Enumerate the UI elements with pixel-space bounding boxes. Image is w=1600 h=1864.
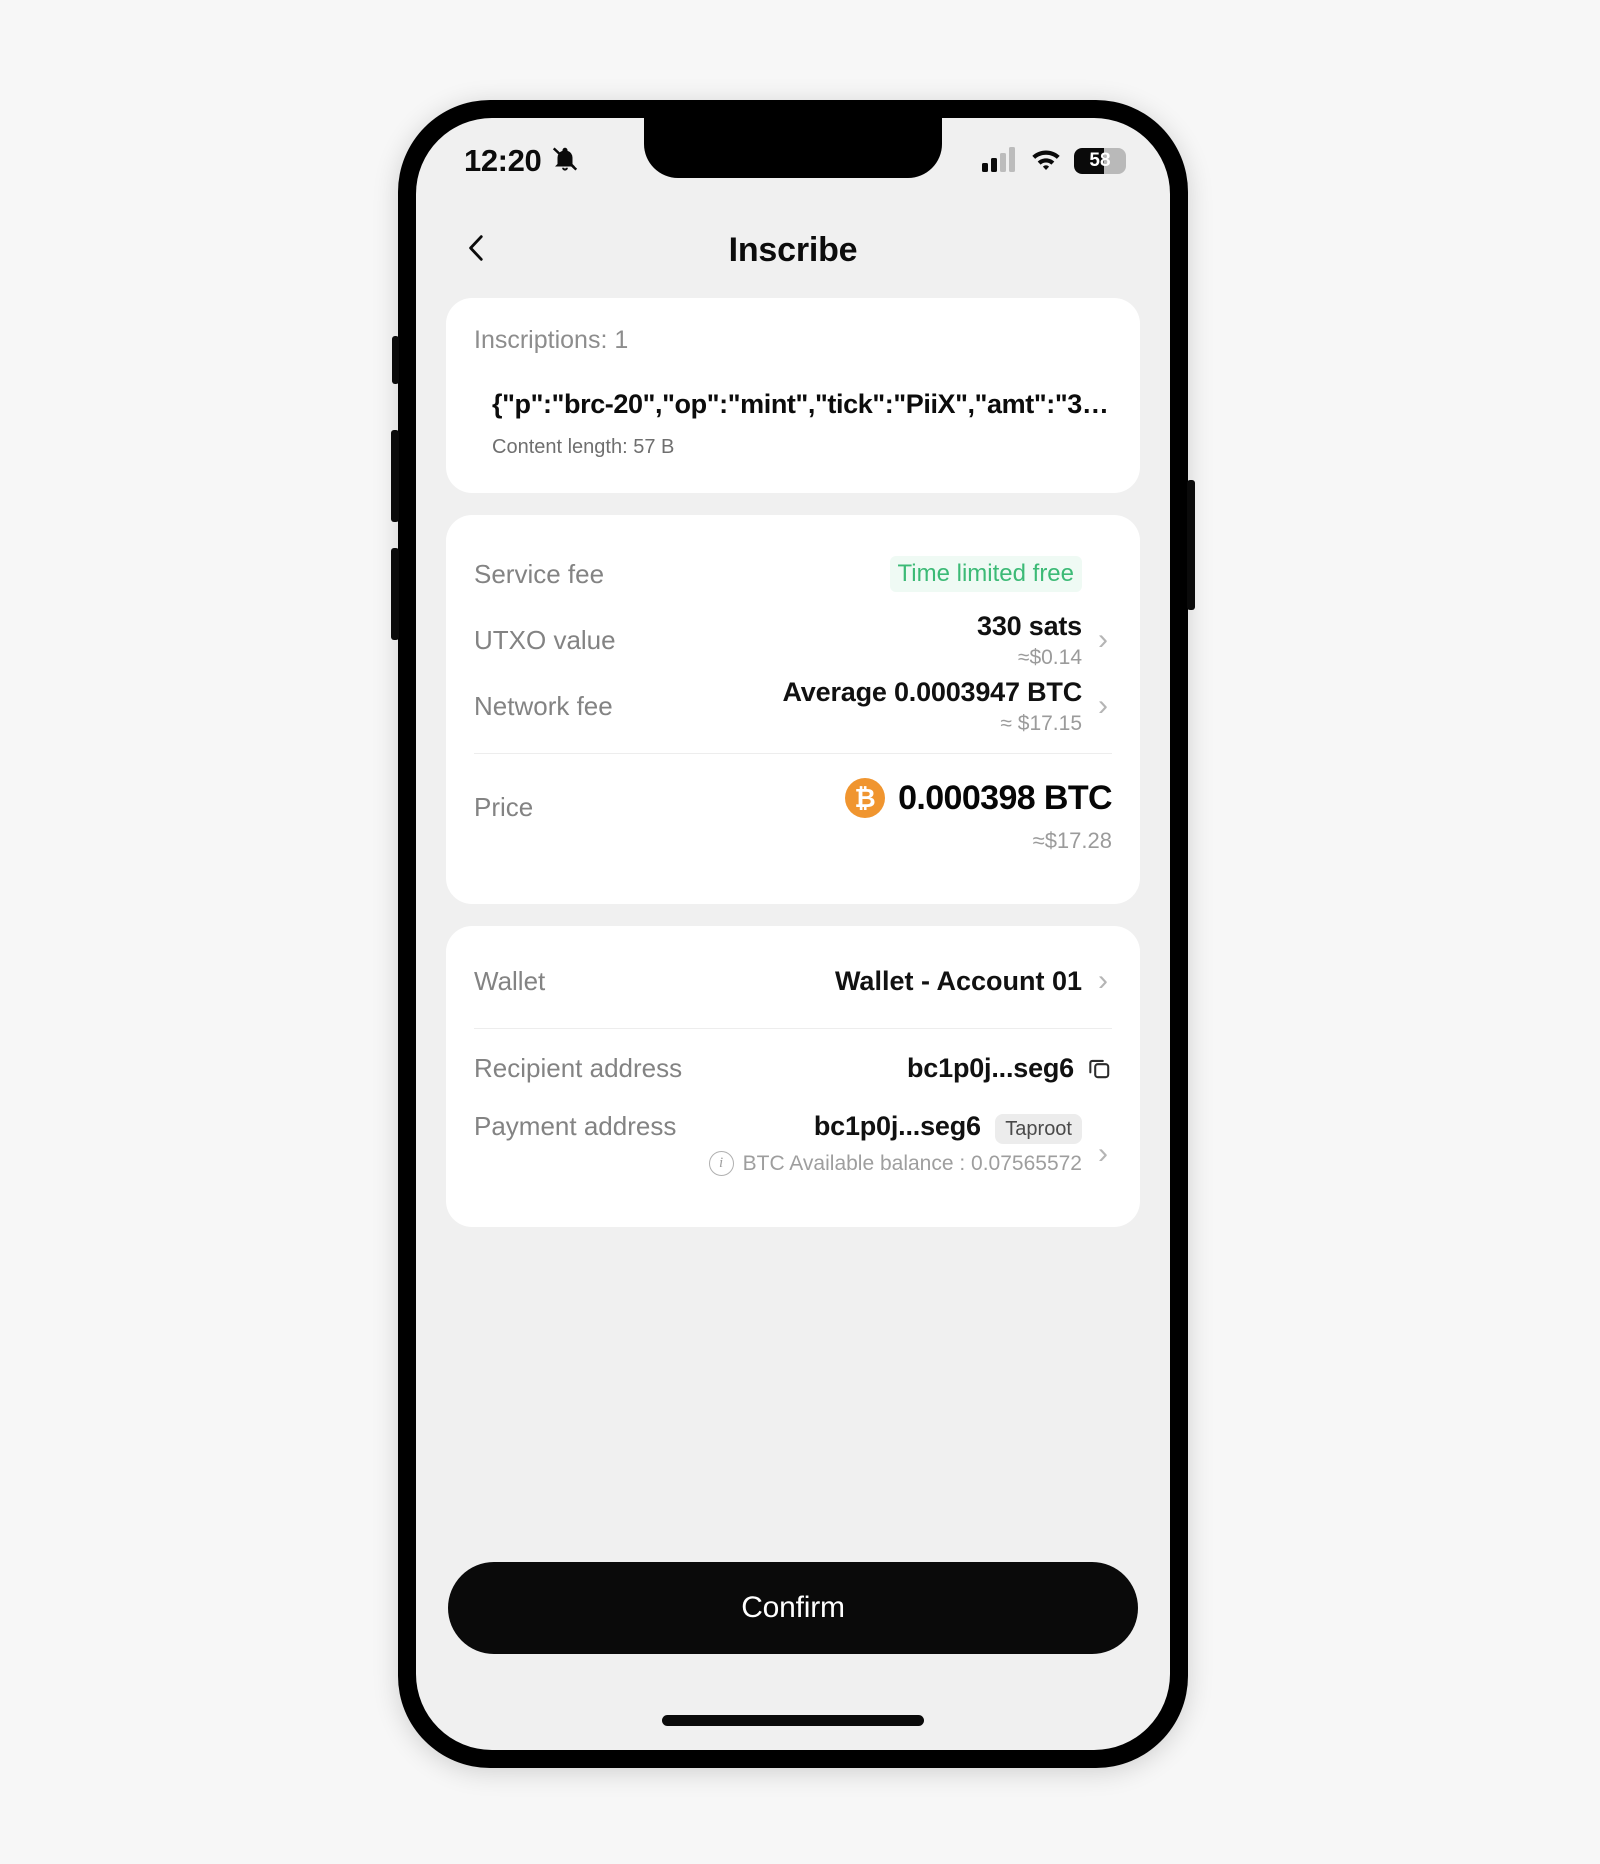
- service-fee-label: Service fee: [474, 558, 605, 589]
- price-amount: 0.000398 BTC: [898, 778, 1113, 817]
- footer-action-bar: Confirm: [416, 1562, 1170, 1654]
- wallet-divider: [474, 1028, 1112, 1029]
- phone-mute-switch[interactable]: [392, 336, 399, 384]
- phone-notch: [644, 118, 942, 178]
- wallet-right: Wallet - Account 01 ›: [835, 966, 1112, 997]
- chevron-right-icon[interactable]: ›: [1094, 1111, 1112, 1169]
- price-row: Price ₿ 0.000398 BTC ≈$17.28: [474, 760, 1113, 874]
- network-fee-amount: Average 0.0003947 BTC: [782, 676, 1083, 707]
- phone-screen: 12:20 58 Inscribe Inscriptions: 1 {"p":"…: [416, 118, 1170, 1750]
- service-fee-row: Service fee Time limited free ›: [474, 541, 1112, 607]
- payment-address-row[interactable]: Payment address bc1p0j...seg6 Taproot i …: [474, 1101, 1112, 1201]
- back-button[interactable]: [450, 223, 504, 277]
- phone-frame: 12:20 58 Inscribe Inscriptions: 1 {"p":"…: [391, 100, 1195, 1768]
- info-icon[interactable]: i: [708, 1151, 734, 1176]
- utxo-value-right: 330 sats ≈$0.14 ›: [977, 611, 1112, 670]
- network-fee-row[interactable]: Network fee Average 0.0003947 BTC ≈ $17.…: [474, 673, 1112, 739]
- utxo-value-values: 330 sats ≈$0.14: [977, 611, 1082, 670]
- wallet-card: Wallet Wallet - Account 01 › Recipient a…: [446, 926, 1140, 1227]
- wallet-account-value: Wallet - Account 01: [834, 965, 1082, 996]
- copy-icon[interactable]: [1086, 1055, 1112, 1081]
- network-fee-label: Network fee: [474, 690, 613, 721]
- chevron-left-icon: [460, 231, 494, 270]
- taproot-tag: Taproot: [995, 1114, 1082, 1144]
- chevron-right-icon[interactable]: ›: [1094, 691, 1112, 721]
- bell-slash-icon: [550, 144, 580, 179]
- wifi-icon: [1029, 146, 1063, 177]
- network-fee-right: Average 0.0003947 BTC ≈ $17.15 ›: [783, 677, 1112, 736]
- page-title: Inscribe: [728, 230, 858, 269]
- network-fee-fiat: ≈ $17.15: [1000, 711, 1082, 735]
- network-fee-values: Average 0.0003947 BTC ≈ $17.15: [782, 676, 1083, 736]
- utxo-value-fiat: ≈$0.14: [1017, 645, 1082, 669]
- fee-divider: [474, 753, 1112, 754]
- payment-address-right: bc1p0j...seg6 Taproot i BTC Available ba…: [708, 1111, 1112, 1176]
- available-balance-line: i BTC Available balance : 0.07565572: [708, 1151, 1082, 1176]
- chevron-right-icon[interactable]: ›: [1094, 966, 1112, 996]
- inscription-content-block: {"p":"brc-20","op":"mint","tick":"PiiX",…: [474, 389, 1112, 459]
- utxo-value-row[interactable]: UTXO value 330 sats ≈$0.14 ›: [474, 607, 1112, 673]
- phone-volume-up-button[interactable]: [391, 430, 399, 522]
- status-bar-clock: 12:20: [464, 143, 542, 178]
- recipient-address-row: Recipient address bc1p0j...seg6: [474, 1035, 1112, 1101]
- inscription-card: Inscriptions: 1 {"p":"brc-20","op":"mint…: [446, 298, 1140, 493]
- cellular-signal-icon: [982, 146, 1018, 177]
- phone-power-button[interactable]: [1187, 480, 1195, 610]
- recipient-address-value: bc1p0j...seg6: [907, 1052, 1074, 1083]
- home-indicator[interactable]: [662, 1715, 924, 1726]
- payment-address-label: Payment address: [474, 1111, 677, 1141]
- status-bar-right: 58: [982, 146, 1126, 177]
- chevron-right-icon[interactable]: ›: [1094, 625, 1112, 655]
- bitcoin-icon: ₿: [845, 778, 886, 818]
- recipient-address-right: bc1p0j...seg6: [907, 1053, 1112, 1084]
- price-label: Price: [474, 792, 534, 822]
- wallet-label: Wallet: [474, 965, 546, 996]
- utxo-value-label: UTXO value: [474, 624, 616, 655]
- content-length-label: Content length: 57 B: [492, 436, 675, 458]
- battery-percent-label: 58: [1089, 150, 1111, 171]
- confirm-button[interactable]: Confirm: [448, 1562, 1138, 1654]
- payment-address-line: bc1p0j...seg6 Taproot: [813, 1111, 1082, 1144]
- recipient-address-label: Recipient address: [474, 1052, 683, 1083]
- main-content: Inscriptions: 1 {"p":"brc-20","op":"mint…: [416, 298, 1170, 1750]
- wallet-row[interactable]: Wallet Wallet - Account 01 ›: [474, 948, 1112, 1014]
- price-fiat: ≈$17.28: [1032, 828, 1112, 853]
- inscriptions-count-label: Inscriptions: 1: [474, 326, 629, 354]
- payment-address-value: bc1p0j...seg6: [813, 1111, 981, 1141]
- payment-address-values: bc1p0j...seg6 Taproot i BTC Available ba…: [708, 1111, 1082, 1176]
- utxo-value-amount: 330 sats: [977, 610, 1082, 641]
- inscription-content-text: {"p":"brc-20","op":"mint","tick":"PiiX",…: [492, 389, 1109, 419]
- status-bar-left: 12:20: [464, 143, 580, 179]
- available-balance-label: BTC Available balance : 0.07565572: [742, 1151, 1082, 1175]
- service-fee-right: Time limited free ›: [889, 556, 1112, 592]
- fee-card: Service fee Time limited free › UTXO val…: [446, 515, 1140, 904]
- phone-volume-down-button[interactable]: [391, 548, 399, 640]
- screenshot-canvas: 12:20 58 Inscribe Inscriptions: 1 {"p":"…: [0, 0, 1600, 1864]
- battery-indicator: 58: [1074, 148, 1126, 174]
- price-main: ₿ 0.000398 BTC: [845, 778, 1113, 818]
- app-header: Inscribe: [416, 208, 1170, 292]
- price-values: ₿ 0.000398 BTC ≈$17.28: [845, 778, 1113, 854]
- service-fee-badge: Time limited free: [889, 556, 1082, 592]
